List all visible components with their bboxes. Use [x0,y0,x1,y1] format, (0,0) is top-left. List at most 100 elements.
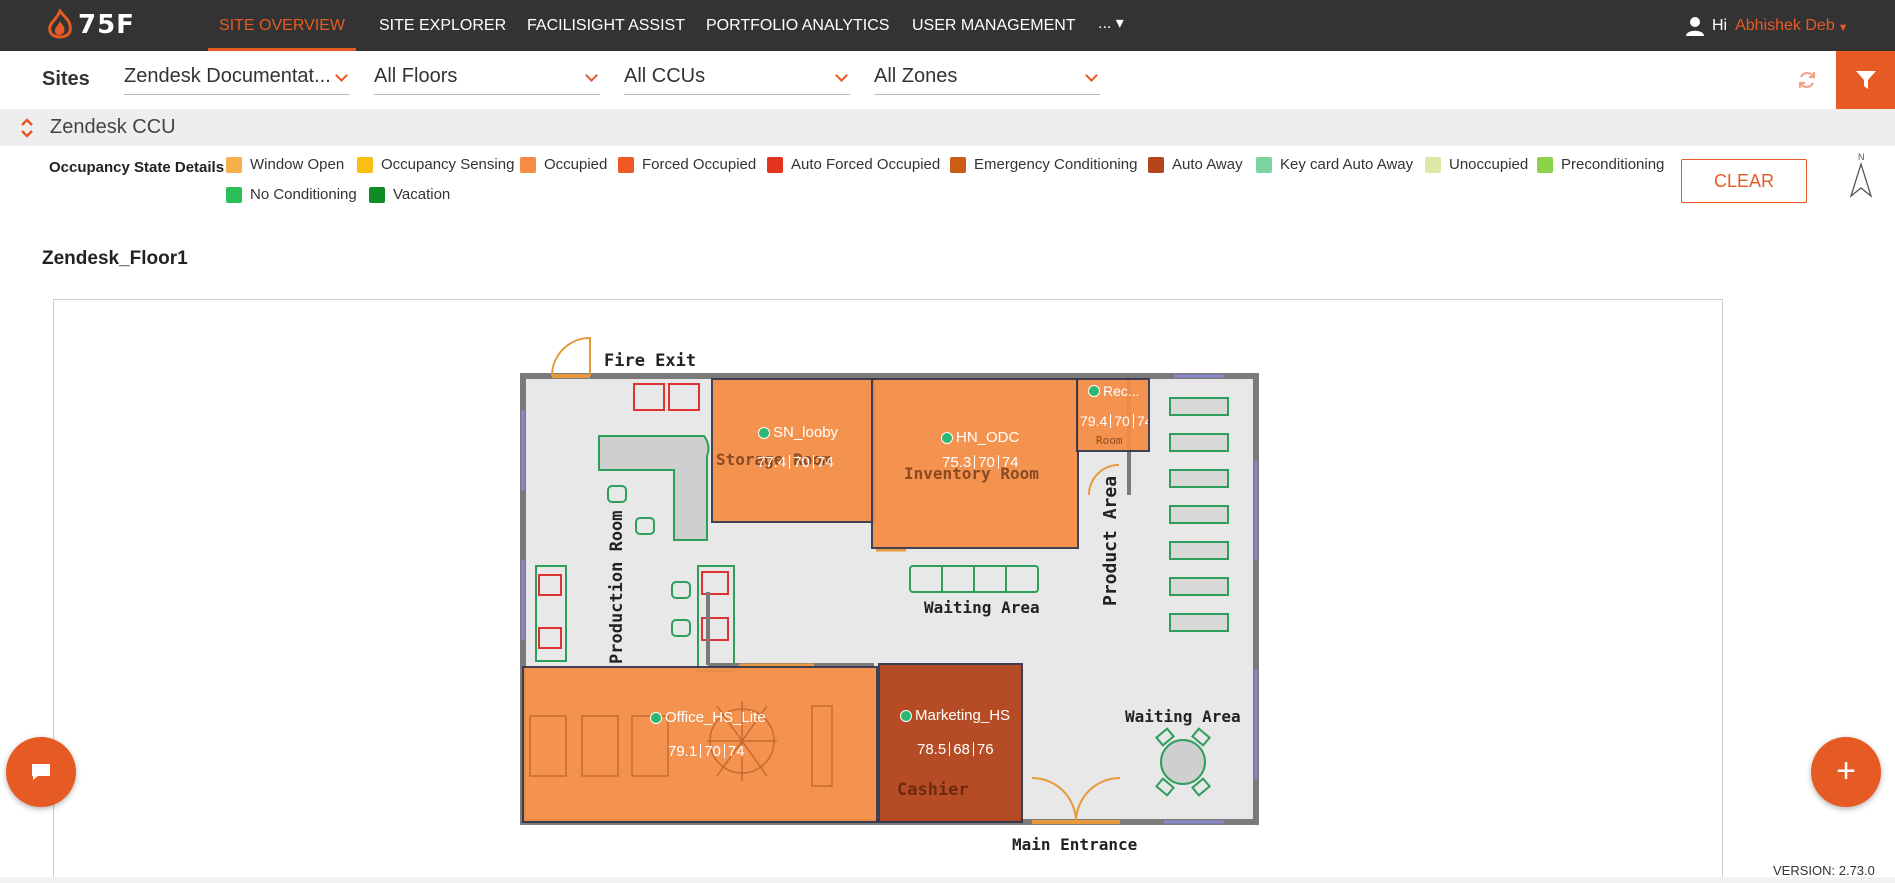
status-dot-icon [900,709,912,722]
chat-icon [32,764,50,780]
nav-tab-site-overview[interactable]: SITE OVERVIEW [208,0,356,51]
legend-item-label: Forced Occupied [642,156,757,173]
legend-item: Occupied [520,156,607,173]
heating-setpoint: 70 [793,454,810,471]
zone-rec-values: 79.4 70 74 [1080,413,1148,429]
cashier-label: Cashier [897,780,969,800]
caret-down-icon: ▼ [1837,21,1849,34]
zone-office-hs-lite-values: 79.1 70 74 [668,743,745,760]
floor-title: Zendesk_Floor1 [42,248,188,269]
status-dot-icon [1088,385,1100,397]
legend-item-label: Window Open [250,156,345,173]
current-temp: 75.3 [942,454,972,471]
user-icon [1686,17,1704,36]
refresh-icon[interactable] [1797,70,1817,90]
cooling-setpoint: 74 [1001,454,1019,471]
add-button[interactable]: + [1811,737,1881,807]
current-temp: 78.5 [917,741,947,758]
status-dot-icon [758,426,770,439]
floor-plan-canvas[interactable]: Fire Exit Production Room Waiting Area P… [53,299,1723,883]
ccu-dropdown[interactable]: All CCUs [624,61,850,95]
chevron-down-icon [1085,69,1098,82]
legend-swatch [226,156,242,173]
fire-exit-label: Fire Exit [604,351,696,371]
legend-item: Emergency Conditioning [950,156,1137,173]
nav-tab-portfolio-analytics[interactable]: PORTFOLIO ANALYTICS [706,0,889,51]
zone-name-text: HN_ODC [956,429,1020,446]
status-dot-icon [650,711,662,724]
heating-setpoint: 70 [978,454,995,471]
legend-item: Forced Occupied [618,156,756,173]
collapse-toggle-icon[interactable] [20,116,34,140]
ccu-header: Zendesk CCU [0,109,1895,146]
clear-button[interactable]: CLEAR [1681,159,1807,203]
filter-button[interactable] [1836,51,1895,109]
filter-bar: Sites Zendesk Documentat... All Floors A… [0,51,1895,109]
legend-swatch [767,156,783,173]
user-menu[interactable]: Hi Abhishek Deb ▼ [1686,15,1849,37]
brand-logo[interactable]: 75F [46,8,135,42]
top-nav-bar: 75F SITE OVERVIEW SITE EXPLORER FACILISI… [0,0,1895,51]
floor-dropdown[interactable]: All Floors [374,61,600,95]
user-name: Abhishek Deb [1735,17,1835,34]
legend-item-label: Auto Forced Occupied [791,156,941,173]
chat-button[interactable] [6,737,76,807]
legend-label: Occupancy State Details [49,159,225,176]
waiting-area-label-2: Waiting Area [1125,707,1241,726]
legend-item-label: No Conditioning [250,186,357,203]
site-dropdown[interactable]: Zendesk Documentat... [124,61,350,95]
zone-sn-looby-values: 77.4 70 74 [757,454,834,471]
legend-swatch [950,156,966,173]
heating-setpoint: 70 [704,743,721,760]
legend-item-label: Emergency Conditioning [974,156,1138,173]
legend-item-label: Occupied [544,156,608,173]
legend-swatch [369,186,385,203]
legend-swatch [226,186,242,203]
flame-logo-icon [48,9,72,39]
funnel-icon [1855,71,1876,89]
nav-tab-user-management[interactable]: USER MANAGEMENT [912,0,1076,51]
current-temp: 79.4 [1080,413,1108,429]
legend-item-label: Occupancy Sensing [381,156,515,173]
chevron-down-icon [585,69,598,82]
site-dropdown-value: Zendesk Documentat... [124,65,331,87]
fire-exit-door [551,336,591,378]
current-temp: 77.4 [757,454,787,471]
cooling-setpoint: 74 [816,454,834,471]
brand-name: 75F [78,10,135,40]
ccu-title: Zendesk CCU [50,116,176,138]
zone-marketing-hs-values: 78.5 68 76 [917,741,994,758]
legend-item: Window Open [226,156,344,173]
bottom-scrollbar-track [0,877,1895,883]
status-dot-icon [941,431,953,444]
legend-item: Vacation [369,186,450,203]
zone-rec-name: Rec... [1088,383,1140,399]
zone-name-text: Marketing_HS [915,707,1011,724]
nav-tab-site-explorer[interactable]: SITE EXPLORER [379,0,506,51]
nav-more-menu[interactable]: ... ▾ [1098,0,1124,51]
cooling-setpoint: 74 [1136,413,1148,429]
legend-item-label: Key card Auto Away [1280,156,1414,173]
legend-swatch [1537,156,1553,173]
heating-setpoint: 68 [953,741,970,758]
user-greeting: Hi [1712,17,1728,34]
cooling-setpoint: 74 [727,743,745,760]
nav-tab-facilisight-assist[interactable]: FACILISIGHT ASSIST [527,0,685,51]
waiting-area-label: Waiting Area [924,598,1040,617]
zone-hn-odc-values: 75.3 70 74 [942,454,1019,471]
zone-marketing-hs-name: Marketing_HS [900,707,1010,724]
legend-swatch [1425,156,1441,173]
legend-swatch [1256,156,1272,173]
zone-dropdown[interactable]: All Zones [874,61,1100,95]
legend-item: Auto Forced Occupied [767,156,940,173]
legend-swatch [357,156,373,173]
floor-dropdown-value: All Floors [374,65,458,87]
legend-item-label: Auto Away [1172,156,1243,173]
legend-swatch [520,156,536,173]
legend-item-label: Vacation [393,186,451,203]
legend-item: Auto Away [1148,156,1243,173]
chevron-down-icon [835,69,848,82]
zone-sn-looby-name: SN_looby [758,424,838,441]
legend-item: Occupancy Sensing [357,156,514,173]
cooling-setpoint: 76 [976,741,994,758]
